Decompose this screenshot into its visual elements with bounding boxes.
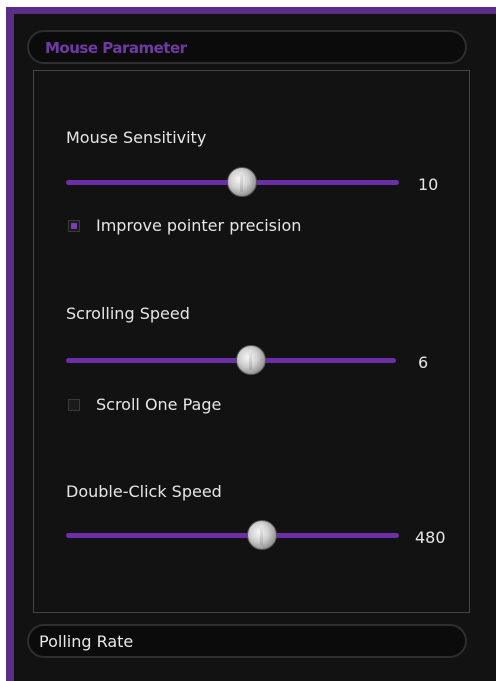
slider-track bbox=[66, 358, 396, 363]
scrolling-speed-slider[interactable] bbox=[66, 345, 396, 375]
mouse-sensitivity-label: Mouse Sensitivity bbox=[66, 128, 207, 147]
mouse-sensitivity-slider[interactable] bbox=[66, 167, 399, 197]
polling-rate-header[interactable]: Polling Rate bbox=[27, 624, 467, 658]
slider-knob[interactable] bbox=[247, 520, 278, 550]
slider-knob[interactable] bbox=[227, 167, 258, 197]
double-click-speed-slider[interactable] bbox=[66, 520, 399, 550]
scroll-one-page-checkbox[interactable] bbox=[68, 399, 80, 411]
slider-knob[interactable] bbox=[235, 345, 266, 375]
scroll-one-page-label[interactable]: Scroll One Page bbox=[96, 395, 221, 414]
scrolling-speed-value: 6 bbox=[418, 353, 429, 372]
slider-track bbox=[66, 533, 399, 538]
window-frame: Mouse Parameter Mouse Sensitivity 10 Imp… bbox=[0, 0, 496, 681]
improve-pointer-precision-label[interactable]: Improve pointer precision bbox=[96, 216, 301, 235]
double-click-speed-value: 480 bbox=[415, 528, 446, 547]
mouse-parameter-header-label: Mouse Parameter bbox=[45, 39, 187, 57]
mouse-parameter-header[interactable]: Mouse Parameter bbox=[27, 30, 467, 64]
polling-rate-header-label: Polling Rate bbox=[39, 632, 134, 651]
mouse-sensitivity-value: 10 bbox=[418, 175, 439, 194]
double-click-speed-label: Double-Click Speed bbox=[66, 482, 222, 501]
improve-pointer-precision-checkbox[interactable] bbox=[68, 220, 80, 232]
scrolling-speed-label: Scrolling Speed bbox=[66, 304, 190, 323]
